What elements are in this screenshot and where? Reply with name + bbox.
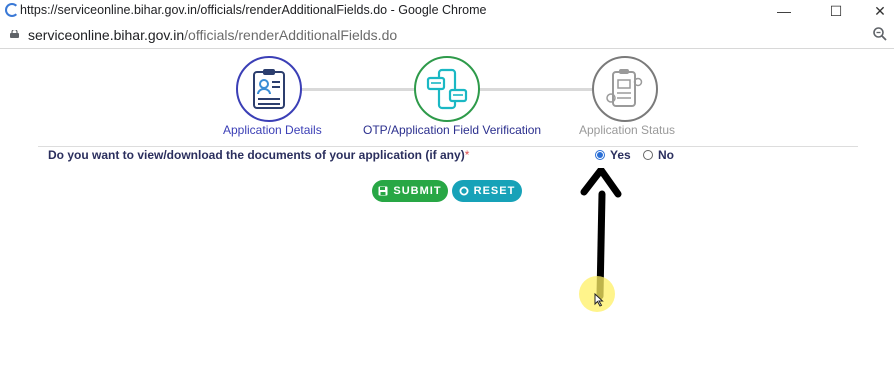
step-label-application-details: Application Details — [223, 123, 322, 137]
url-text[interactable]: serviceonline.bihar.gov.in/officials/ren… — [28, 27, 397, 43]
loading-spinner-icon — [5, 3, 19, 17]
submit-button-label: SUBMIT — [393, 185, 442, 197]
radio-no-label: No — [658, 148, 674, 162]
clipboard-form-icon — [253, 69, 285, 109]
browser-titlebar: https://serviceonline.bihar.gov.in/offic… — [0, 0, 894, 22]
maximize-button[interactable]: ☐ — [814, 0, 858, 22]
radio-no[interactable]: No — [643, 148, 674, 162]
reset-circle-icon — [459, 186, 469, 196]
window-title: https://serviceonline.bihar.gov.in/offic… — [20, 3, 487, 17]
submit-button[interactable]: SUBMIT — [372, 180, 448, 202]
step-connector-1 — [302, 88, 414, 91]
radio-yes-label: Yes — [610, 148, 631, 162]
required-marker: * — [464, 148, 470, 162]
step-otp-verification — [414, 56, 480, 122]
phone-chat-icon — [426, 68, 468, 110]
step-application-status — [592, 56, 658, 122]
mouse-cursor-icon — [594, 293, 604, 307]
radio-no-indicator[interactable] — [643, 150, 653, 160]
url-host: serviceonline.bihar.gov.in — [28, 27, 185, 43]
address-bar[interactable]: serviceonline.bihar.gov.in/officials/ren… — [0, 22, 894, 49]
step-application-details — [236, 56, 302, 122]
step-label-application-status: Application Status — [579, 123, 676, 137]
lock-icon — [10, 30, 19, 38]
zoom-icon[interactable] — [872, 26, 888, 42]
step-label-otp-verification: OTP/Application Field Verification — [363, 123, 542, 137]
reset-button-label: RESET — [473, 185, 516, 197]
radio-yes[interactable]: Yes — [595, 148, 631, 162]
radio-yes-indicator[interactable] — [595, 150, 605, 160]
documents-question-label: Do you want to view/download the documen… — [48, 148, 469, 162]
section-divider — [38, 146, 858, 147]
question-text: Do you want to view/download the documen… — [48, 148, 465, 162]
save-icon — [378, 186, 388, 196]
reset-button[interactable]: RESET — [452, 180, 522, 202]
step-connector-2 — [480, 88, 592, 91]
url-path: /officials/renderAdditionalFields.do — [184, 27, 398, 43]
close-button[interactable]: ✕ — [858, 0, 894, 22]
status-document-icon — [606, 69, 643, 107]
minimize-button[interactable]: — — [762, 0, 806, 22]
